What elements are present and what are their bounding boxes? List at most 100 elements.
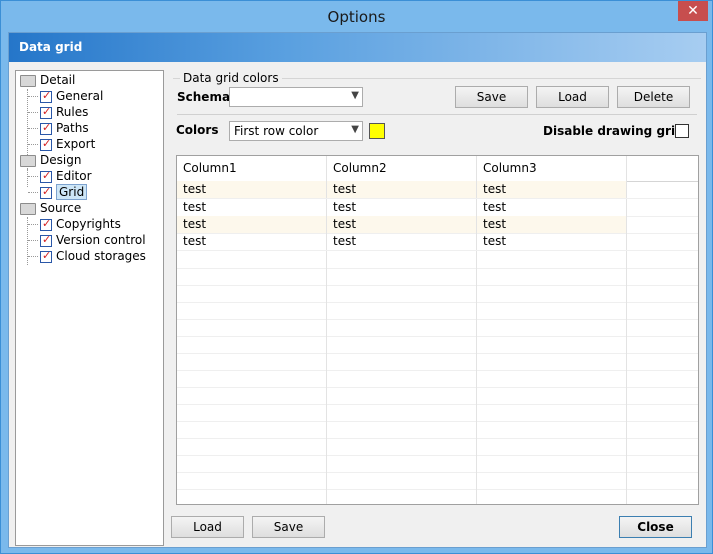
tree-line: [28, 240, 38, 241]
tree-line: [28, 112, 38, 113]
empty-cell: [327, 489, 477, 504]
tree-item-version-control[interactable]: Version control: [40, 232, 146, 248]
empty-cell: [327, 251, 477, 268]
empty-cell: [177, 387, 327, 404]
folder-icon: [20, 202, 36, 215]
table-row[interactable]: test test test: [177, 216, 698, 234]
empty-cell: [477, 404, 627, 421]
folder-icon: [20, 154, 36, 167]
disable-grid-checkbox[interactable]: [675, 124, 689, 138]
tree-item-label: General: [56, 89, 104, 103]
table-row[interactable]: test test test: [177, 181, 698, 199]
close-button[interactable]: Close: [619, 516, 692, 538]
tree-item-label: Version control: [56, 233, 146, 247]
empty-cell: [477, 370, 627, 387]
tree-item-label: Cloud storages: [56, 249, 146, 263]
table-row[interactable]: test test test: [177, 199, 698, 217]
table-cell[interactable]: test: [327, 181, 477, 198]
empty-row: [177, 455, 698, 473]
empty-cell: [477, 336, 627, 353]
table-cell[interactable]: test: [327, 216, 477, 233]
tree-item-source[interactable]: Source: [20, 200, 81, 216]
empty-cell: [477, 268, 627, 285]
table-cell[interactable]: test: [177, 233, 327, 250]
tree-item-cloud-storages[interactable]: Cloud storages: [40, 248, 146, 264]
empty-cell: [177, 472, 327, 489]
empty-cell: [327, 268, 477, 285]
table-cell[interactable]: test: [477, 233, 627, 250]
column-header-empty: [627, 156, 698, 181]
close-window-button[interactable]: ✕: [678, 1, 708, 21]
tree-item-design[interactable]: Design: [20, 152, 81, 168]
tree-item-editor[interactable]: Editor: [40, 168, 92, 184]
empty-cell: [177, 353, 327, 370]
table-cell[interactable]: test: [177, 199, 327, 216]
checklist-icon: [40, 248, 52, 264]
checklist-icon: [40, 216, 52, 232]
table-row[interactable]: test test test: [177, 233, 698, 251]
table-cell[interactable]: test: [177, 181, 327, 198]
options-window: Options ✕ Data grid Detail General Rules…: [0, 0, 713, 554]
tree-item-label: Paths: [56, 121, 89, 135]
tree-item-paths[interactable]: Paths: [40, 120, 89, 136]
checklist-icon: [40, 232, 52, 248]
data-grid[interactable]: Column1 Column2 Column3 test test test t…: [176, 155, 699, 505]
checklist-icon: [40, 120, 52, 136]
section-header: Data grid: [9, 33, 706, 62]
tree-item-general[interactable]: General: [40, 88, 103, 104]
tree-item-label: Source: [40, 201, 82, 215]
checklist-icon: [40, 136, 52, 152]
column-header[interactable]: Column3: [477, 156, 627, 181]
chevron-down-icon: ▼: [351, 90, 359, 101]
schema-save-button[interactable]: Save: [455, 86, 528, 108]
tree-item-detail[interactable]: Detail: [20, 72, 75, 88]
empty-cell: [177, 489, 327, 504]
empty-cell: [177, 404, 327, 421]
tree-item-grid[interactable]: Grid: [40, 184, 88, 200]
tree-item-label: Design: [40, 153, 82, 167]
schema-delete-button[interactable]: Delete: [617, 86, 690, 108]
column-header[interactable]: Column1: [177, 156, 327, 181]
schema-load-button[interactable]: Load: [536, 86, 609, 108]
empty-row: [177, 302, 698, 320]
options-tree[interactable]: Detail General Rules Paths Export Design…: [15, 70, 164, 546]
empty-cell: [327, 421, 477, 438]
table-cell[interactable]: test: [477, 181, 627, 198]
table-cell[interactable]: test: [477, 199, 627, 216]
tree-item-copyrights[interactable]: Copyrights: [40, 216, 121, 232]
tree-line: [28, 176, 38, 177]
empty-cell: [477, 489, 627, 504]
footer-load-button[interactable]: Load: [171, 516, 244, 538]
empty-cell: [327, 285, 477, 302]
empty-cell: [477, 302, 627, 319]
empty-cell: [477, 421, 627, 438]
empty-cell: [177, 455, 327, 472]
footer-save-button[interactable]: Save: [252, 516, 325, 538]
tree-line: [28, 96, 38, 97]
tree-item-export[interactable]: Export: [40, 136, 95, 152]
separator: [177, 114, 697, 115]
empty-row: [177, 421, 698, 439]
color-swatch[interactable]: [369, 123, 385, 139]
checklist-icon: [40, 184, 52, 200]
empty-cell: [177, 421, 327, 438]
table-cell[interactable]: test: [327, 233, 477, 250]
title-bar: Options ✕: [1, 1, 712, 33]
empty-row: [177, 285, 698, 303]
empty-row: [177, 353, 698, 371]
table-cell[interactable]: test: [477, 216, 627, 233]
table-cell[interactable]: test: [327, 199, 477, 216]
section-title: Data grid: [19, 40, 83, 54]
empty-cell: [477, 285, 627, 302]
column-header[interactable]: Column2: [327, 156, 477, 181]
tree-item-label: Export: [56, 137, 96, 151]
checklist-icon: [40, 88, 52, 104]
tree-item-rules[interactable]: Rules: [40, 104, 88, 120]
table-cell[interactable]: test: [177, 216, 327, 233]
empty-row: [177, 438, 698, 456]
empty-cell: [177, 438, 327, 455]
schema-select[interactable]: ▼: [229, 87, 363, 107]
empty-cell: [327, 353, 477, 370]
colors-select[interactable]: First row color ▼: [229, 121, 363, 141]
empty-cell: [327, 302, 477, 319]
